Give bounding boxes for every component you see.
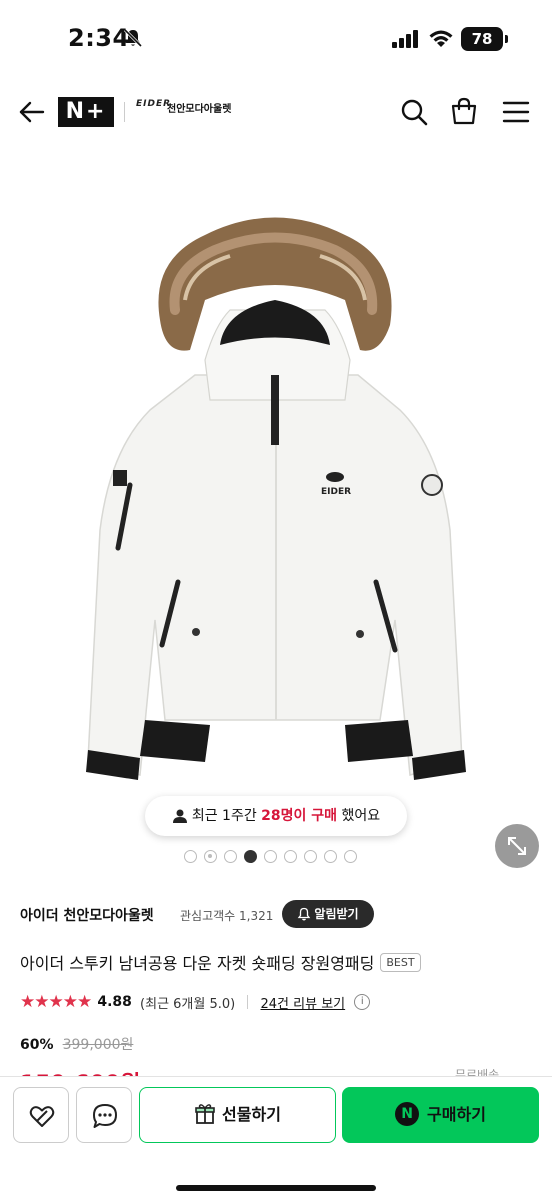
gift-button-label: 선물하기 <box>222 1105 281 1124</box>
search-icon[interactable] <box>398 96 430 128</box>
rating-detail: (최근 6개월 5.0) <box>140 996 236 1012</box>
store-row: 아이더 천안모다아울렛 관심고객수 1,321 알림받기 <box>20 900 540 930</box>
chat-button[interactable] <box>76 1087 132 1143</box>
recent-purchase-count: 28명이 구매 <box>261 808 338 824</box>
rating-value: 4.88 <box>97 994 132 1010</box>
product-image[interactable]: EIDER <box>0 150 552 870</box>
svg-text:EIDER: EIDER <box>321 487 351 497</box>
home-indicator <box>176 1185 376 1191</box>
signal-icon <box>392 30 418 48</box>
review-link[interactable]: 24건 리뷰 보기 <box>261 993 346 1012</box>
rating-divider <box>247 995 249 1009</box>
logo-divider <box>124 102 125 122</box>
pager-dot[interactable] <box>304 849 317 863</box>
status-time: 2:34 <box>68 24 130 52</box>
bag-icon[interactable] <box>448 95 480 127</box>
heart-icon <box>29 1106 55 1127</box>
npay-icon: N <box>395 1102 420 1126</box>
back-icon[interactable] <box>16 96 48 128</box>
pager-dot[interactable] <box>204 849 217 863</box>
best-badge: BEST <box>380 952 421 972</box>
interest-count: 관심고객수 1,321 <box>180 909 274 923</box>
expand-icon <box>508 837 526 855</box>
pager-dot[interactable] <box>184 849 197 863</box>
wifi-icon <box>429 30 453 47</box>
top-header: N+ EIDER 천안모다아울렛 <box>0 84 552 140</box>
nplus-logo[interactable]: N+ <box>58 97 114 127</box>
product-title: 아이더 스투키 남녀공용 다운 자켓 숏패딩 장원영패딩 <box>20 954 375 973</box>
recent-purchase-badge: 최근 1주간 28명이 구매 했어요 <box>145 796 407 836</box>
info-icon[interactable]: i <box>354 994 371 1010</box>
chat-icon <box>93 1104 117 1128</box>
alarm-button[interactable]: 알림받기 <box>282 900 374 928</box>
battery-indicator: 78 <box>461 27 503 51</box>
store-logo-name: 천안모다아울렛 <box>167 104 232 115</box>
battery-tip <box>505 35 508 43</box>
gift-button[interactable]: 선물하기 <box>139 1087 336 1143</box>
jacket-illustration: EIDER <box>86 217 466 780</box>
recent-purchase-suffix: 했어요 <box>337 808 381 824</box>
rating-row: ★★★★★ 4.88 (최근 6개월 5.0) 24건 리뷰 보기 i <box>20 992 540 1014</box>
status-bar: 2:34 78 <box>0 0 552 80</box>
star-rating: ★★★★★ <box>20 992 92 1012</box>
alarm-button-label: 알림받기 <box>314 907 359 921</box>
store-logo-mark: EIDER <box>136 99 172 109</box>
pager-dot[interactable] <box>224 849 237 863</box>
bell-plus-icon <box>298 907 311 920</box>
title-row: 아이더 스투키 남녀공용 다운 자켓 숏패딩 장원영패딩 BEST <box>20 950 540 976</box>
person-icon <box>172 809 187 823</box>
recent-purchase-prefix: 최근 1주간 <box>191 808 262 824</box>
zzim-button[interactable] <box>13 1087 69 1143</box>
discount-rate: 60% <box>20 1037 54 1053</box>
pager-dot[interactable] <box>344 849 357 863</box>
expand-image-button[interactable] <box>495 824 539 868</box>
gift-icon <box>195 1104 215 1124</box>
store-name[interactable]: 아이더 천안모다아울렛 <box>20 905 154 925</box>
original-price: 399,000원 <box>62 1037 134 1053</box>
bell-off-icon <box>123 28 143 48</box>
pager-dot[interactable] <box>284 849 297 863</box>
buy-button[interactable]: N 구매하기 <box>342 1087 539 1143</box>
menu-icon[interactable] <box>500 96 532 128</box>
price-row: 60% 399,000원 <box>20 1034 133 1054</box>
pager-dot[interactable] <box>264 849 277 863</box>
bottom-action-bar: 선물하기 N 구매하기 <box>0 1076 552 1200</box>
pager-dot[interactable] <box>324 849 337 863</box>
pager-dot[interactable] <box>244 849 257 863</box>
image-pager <box>184 849 357 863</box>
buy-button-label: 구매하기 <box>427 1105 486 1124</box>
